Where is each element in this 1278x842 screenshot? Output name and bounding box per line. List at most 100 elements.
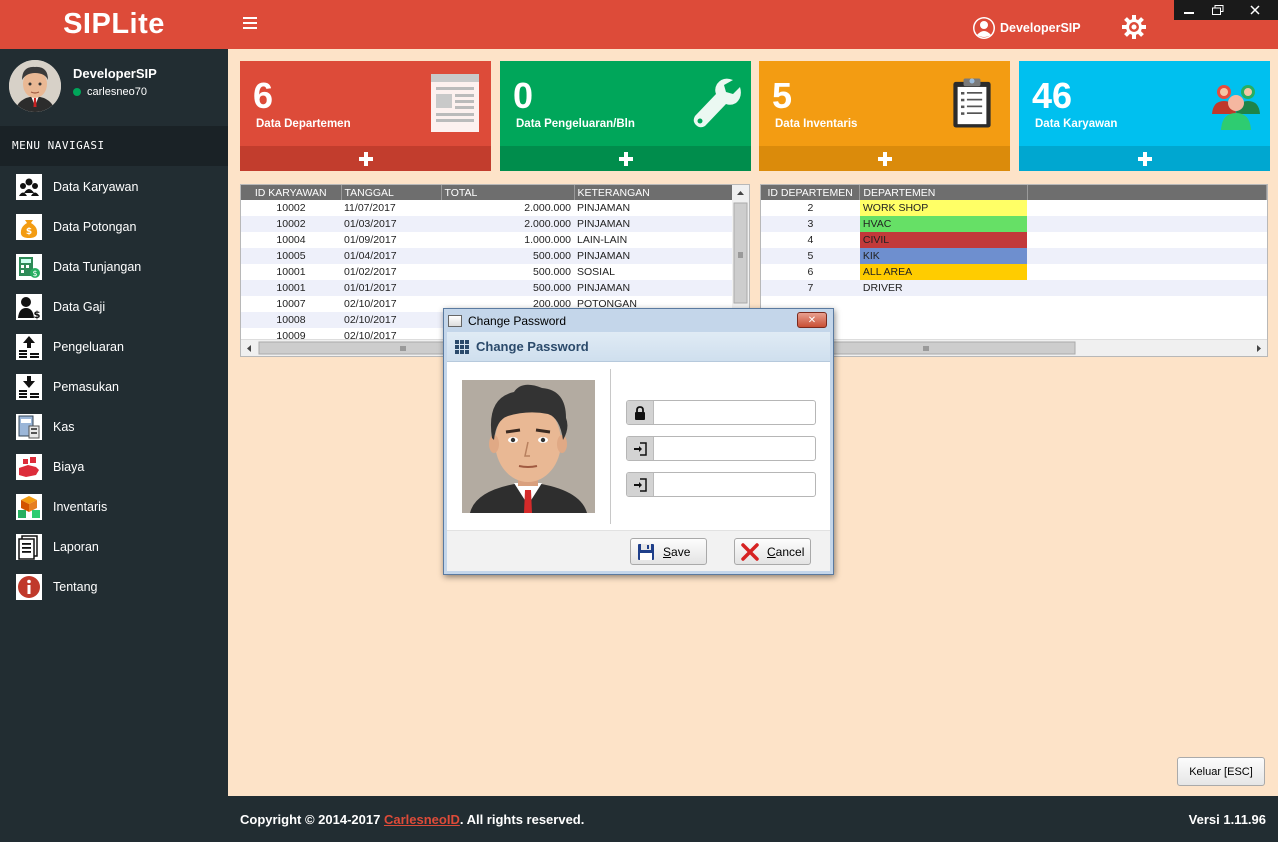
menu-item-pemasukan[interactable]: Pemasukan bbox=[0, 367, 228, 407]
menu-item-pengeluaran[interactable]: Pengeluaran bbox=[0, 327, 228, 367]
window-icon bbox=[448, 314, 462, 327]
floppy-disk-icon bbox=[638, 543, 654, 560]
menu-label: Pemasukan bbox=[53, 380, 120, 394]
table-header-row: ID KARYAWAN TANGGAL TOTAL KETERANGAN bbox=[241, 185, 735, 200]
tile-value: 6 bbox=[253, 75, 274, 116]
cell-filler bbox=[1027, 216, 1267, 232]
new-password-field bbox=[626, 436, 816, 461]
cancel-button[interactable]: Cancel bbox=[734, 538, 811, 565]
cell-id: 7 bbox=[761, 280, 860, 296]
close-icon[interactable] bbox=[1232, 0, 1278, 20]
menu-label: Data Karyawan bbox=[53, 180, 139, 194]
table-row[interactable]: 10001 01/01/2017 500.000 PINJAMAN bbox=[241, 280, 734, 296]
divider bbox=[610, 369, 611, 524]
table-row[interactable]: 10002 01/03/2017 2.000.000 PINJAMAN bbox=[241, 216, 734, 232]
minimize-icon[interactable] bbox=[1174, 0, 1203, 20]
tile-add-button[interactable] bbox=[1019, 146, 1270, 171]
new-password-input[interactable] bbox=[654, 437, 815, 460]
cell-id: 10001 bbox=[241, 280, 341, 296]
top-user-menu[interactable]: DeveloperSIP bbox=[972, 16, 1081, 40]
tile-add-button[interactable] bbox=[759, 146, 1010, 171]
cell-total: 2.000.000 bbox=[441, 216, 574, 232]
table-row[interactable]: 10004 01/09/2017 1.000.000 LAIN-LAIN bbox=[241, 232, 734, 248]
tile-add-button[interactable] bbox=[500, 146, 751, 171]
column-header[interactable]: TANGGAL bbox=[341, 185, 442, 200]
cell-id: 10004 bbox=[276, 234, 306, 246]
cell-id: 10005 bbox=[241, 248, 341, 264]
table-row[interactable]: 10002 11/07/2017 2.000.000 PINJAMAN bbox=[241, 200, 734, 216]
menu-item-kas[interactable]: Kas bbox=[0, 407, 228, 447]
menu-label: Biaya bbox=[53, 460, 85, 474]
svg-text:$: $ bbox=[26, 227, 32, 237]
gear-icon[interactable] bbox=[1121, 14, 1147, 40]
restore-icon[interactable] bbox=[1203, 0, 1232, 20]
cell-date: 01/04/2017 bbox=[341, 248, 441, 264]
column-header[interactable]: KETERANGAN bbox=[574, 185, 735, 200]
menu-item-data-potongan[interactable]: $ Data Potongan bbox=[0, 207, 228, 247]
cell-date: 01/02/2017 bbox=[344, 266, 397, 278]
menu-item-inventaris[interactable]: Inventaris bbox=[0, 487, 228, 527]
cell-keterangan: LAIN-LAIN bbox=[577, 234, 628, 246]
copyright-link[interactable]: CarlesneoID bbox=[384, 812, 460, 827]
menu-label: Data Potongan bbox=[53, 220, 137, 234]
cell-date: 01/01/2017 bbox=[341, 280, 441, 296]
menu-label: Data Gaji bbox=[53, 300, 106, 314]
table-row[interactable]: 6 ALL AREA bbox=[761, 264, 1267, 280]
table-row[interactable]: 10001 01/02/2017 500.000 SOSIAL bbox=[241, 264, 734, 280]
menu-item-data-gaji[interactable]: $ Data Gaji bbox=[0, 287, 228, 327]
keluar-button[interactable]: Keluar [ESC] bbox=[1177, 757, 1265, 786]
column-header[interactable]: TOTAL bbox=[441, 185, 575, 200]
sidebar: SIPLite DeveloperSIP carlesneo70 MENU NA… bbox=[0, 0, 228, 842]
document-icon bbox=[431, 74, 479, 132]
upload-coins-icon bbox=[16, 334, 42, 360]
menu-item-laporan[interactable]: Laporan bbox=[0, 527, 228, 567]
cell-filler bbox=[1027, 280, 1267, 296]
menu-label: Laporan bbox=[53, 540, 99, 554]
column-header[interactable]: ID KARYAWAN bbox=[241, 185, 342, 200]
sign-in-icon bbox=[627, 473, 654, 496]
menu-item-biaya[interactable]: Biaya bbox=[0, 447, 228, 487]
confirm-password-input[interactable] bbox=[654, 473, 815, 496]
cell-departemen: WORK SHOP bbox=[859, 200, 1028, 216]
menu-item-data-tunjangan[interactable]: $ Data Tunjangan bbox=[0, 247, 228, 287]
cell-keterangan: PINJAMAN bbox=[574, 216, 734, 232]
version-text: Versi 1.11.96 bbox=[1188, 812, 1266, 827]
calculator-icon: $ bbox=[16, 254, 42, 280]
table-row[interactable]: 3 HVAC bbox=[761, 216, 1267, 232]
menu-item-tentang[interactable]: Tentang bbox=[0, 567, 228, 607]
old-password-input[interactable] bbox=[654, 401, 815, 424]
cell-id: 3 bbox=[761, 216, 860, 232]
dialog-titlebar[interactable]: Change Password bbox=[444, 309, 833, 332]
boxes-icon bbox=[16, 494, 42, 520]
svg-text:$: $ bbox=[34, 310, 41, 320]
column-header[interactable]: ID DEPARTEMEN bbox=[761, 185, 861, 200]
cell-date: 01/09/2017 bbox=[344, 234, 397, 246]
tile-add-button[interactable] bbox=[240, 146, 491, 171]
table-row[interactable]: 5 KIK bbox=[761, 248, 1267, 264]
sidebar-user-status: carlesneo70 bbox=[73, 86, 147, 98]
tile-label: Data Pengeluaran/Bln bbox=[516, 118, 635, 130]
top-bar: DeveloperSIP bbox=[228, 0, 1278, 49]
cell-keterangan: PINJAMAN bbox=[574, 280, 734, 296]
dialog-close-icon[interactable]: ✕ bbox=[797, 312, 827, 328]
table-row[interactable]: 10005 01/04/2017 500.000 PINJAMAN bbox=[241, 248, 734, 264]
table-row[interactable]: 4 CIVIL bbox=[761, 232, 1267, 248]
horizontal-scrollbar[interactable] bbox=[761, 339, 1267, 356]
table-row[interactable]: 2 WORK SHOP bbox=[761, 200, 1267, 216]
people-icon bbox=[16, 174, 42, 200]
cell-id: 10007 bbox=[276, 298, 306, 310]
tile-data-departemen: 6 Data Departemen bbox=[240, 61, 491, 171]
table-row[interactable]: 7 DRIVER bbox=[761, 280, 1267, 296]
cell-id: 2 bbox=[807, 202, 814, 214]
column-header[interactable]: DEPARTEMEN bbox=[859, 185, 1028, 200]
cash-register-icon bbox=[16, 414, 42, 440]
tile-data-inventaris: 5 Data Inventaris bbox=[759, 61, 1010, 171]
cell-id: 10002 bbox=[241, 216, 341, 232]
report-icon bbox=[16, 534, 42, 560]
save-button[interactable]: Save bbox=[630, 538, 707, 565]
confirm-password-field bbox=[626, 472, 816, 497]
copyright: Copyright © 2014-2017 CarlesneoID . All … bbox=[240, 812, 584, 827]
hamburger-menu-icon[interactable] bbox=[243, 17, 257, 29]
menu-item-data-karyawan[interactable]: Data Karyawan bbox=[0, 167, 228, 207]
cell-date: 01/03/2017 bbox=[341, 216, 441, 232]
